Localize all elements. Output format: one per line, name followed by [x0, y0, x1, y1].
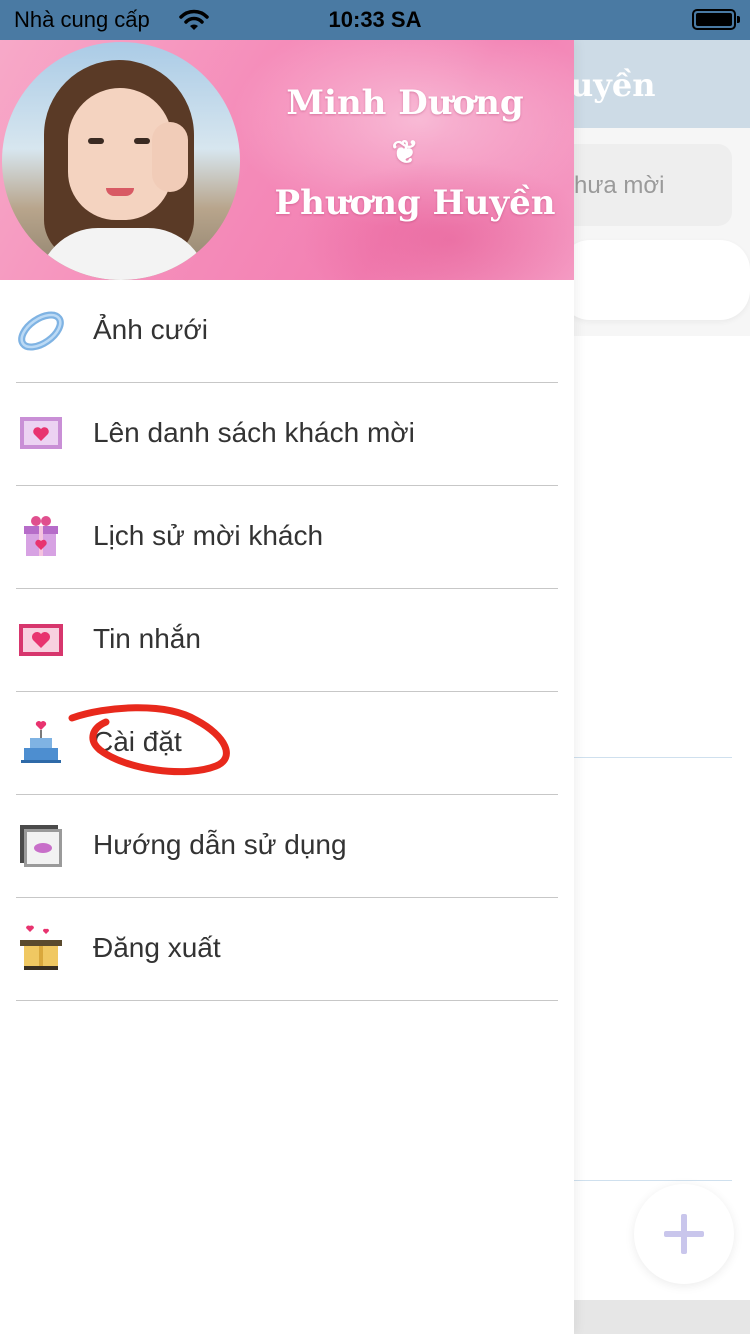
- ring-icon: [18, 311, 64, 351]
- photo-frame-icon: [20, 825, 62, 867]
- bride-name: Phương Huyền: [274, 183, 556, 223]
- menu-item-wedding-photos[interactable]: Ảnh cưới: [16, 280, 558, 383]
- menu-item-label: Lịch sử mời khách: [93, 520, 324, 551]
- side-drawer: Minh Dương ❦ Phương Huyền Ảnh cưới Lên d…: [0, 40, 574, 1334]
- background-divider: [574, 757, 732, 758]
- annotation-scribble: [68, 704, 230, 776]
- menu-item-label: Hướng dẫn sử dụng: [93, 829, 347, 860]
- couple-names: Minh Dương ❦ Phương Huyền: [250, 80, 560, 228]
- gift-box-icon: [24, 516, 58, 556]
- menu-item-messages[interactable]: Tin nhắn: [16, 589, 558, 692]
- plus-icon: [664, 1214, 704, 1254]
- background-bottom-bar: [574, 1300, 750, 1334]
- background-title: uyền: [570, 66, 656, 104]
- status-bar: Nhà cung cấp 10:33 SA: [0, 0, 750, 40]
- status-time: 10:33 SA: [328, 7, 422, 32]
- menu-item-label: Lên danh sách khách mời: [93, 417, 415, 448]
- background-divider: [574, 1180, 732, 1181]
- battery-icon: [692, 9, 740, 30]
- message-heart-icon: [19, 624, 63, 656]
- wedding-cake-icon: [21, 721, 61, 763]
- heart-ornament-icon: ❦: [391, 133, 419, 171]
- background-card[interactable]: [560, 240, 750, 320]
- drawer-menu: Ảnh cưới Lên danh sách khách mời Lịch sử…: [16, 280, 558, 1001]
- menu-item-user-guide[interactable]: Hướng dẫn sử dụng: [16, 795, 558, 898]
- menu-item-invite-history[interactable]: Lịch sử mời khách: [16, 486, 558, 589]
- menu-item-logout[interactable]: Đăng xuất: [16, 898, 558, 1001]
- invitation-card-icon: [20, 417, 62, 449]
- menu-item-guest-list[interactable]: Lên danh sách khách mời: [16, 383, 558, 486]
- background-list: [574, 336, 750, 1301]
- menu-item-label: Ảnh cưới: [93, 314, 208, 345]
- groom-name: Minh Dương: [286, 83, 524, 123]
- menu-item-label: Tin nhắn: [93, 623, 201, 654]
- add-button[interactable]: [634, 1184, 734, 1284]
- avatar[interactable]: [2, 42, 240, 280]
- open-box-icon: [20, 925, 62, 970]
- menu-item-label: Đăng xuất: [93, 932, 221, 963]
- drawer-header: Minh Dương ❦ Phương Huyền: [0, 40, 574, 280]
- background-search-placeholder: hưa mời: [574, 172, 665, 199]
